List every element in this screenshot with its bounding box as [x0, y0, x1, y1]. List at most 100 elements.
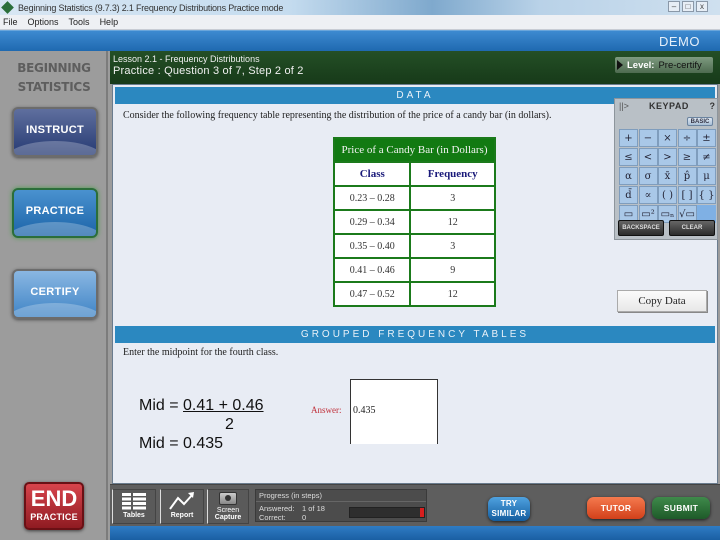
class-cell: 0.41 – 0.46 — [332, 257, 412, 283]
window-title: Beginning Statistics (9.7.3) 2.1 Frequen… — [18, 2, 284, 13]
capture-label-2: Capture — [214, 514, 242, 521]
data-prompt: Consider the following frequency table r… — [123, 110, 552, 121]
correct-value: 0 — [302, 513, 307, 522]
menu-bar: File Options Tools Help — [0, 15, 720, 30]
clear-button[interactable]: CLEAR — [669, 220, 715, 236]
formula-denominator: 2 — [225, 416, 234, 433]
camera-icon — [219, 492, 237, 505]
menu-help[interactable]: Help — [100, 17, 119, 27]
level-indicator[interactable]: Level: Pre-certify — [615, 57, 713, 73]
formula-result: Mid = 0.435 — [139, 435, 224, 452]
keypad-key[interactable]: x̄ — [658, 167, 677, 185]
logo-line1: BEGINNING — [17, 61, 91, 75]
class-cell: 0.35 – 0.40 — [332, 233, 412, 259]
frequency-cell: 12 — [409, 281, 496, 307]
keypad-key[interactable]: μ — [697, 167, 716, 185]
keypad-key[interactable]: ≠ — [697, 148, 716, 166]
table-row: 0.47 – 0.52 12 — [332, 281, 496, 307]
correct-label: Correct: — [259, 513, 286, 522]
tables-label: Tables — [123, 512, 145, 519]
try-label: TRY — [500, 499, 518, 508]
footer-strip — [110, 526, 720, 540]
frequency-cell: 3 — [409, 233, 496, 259]
end-practice-button[interactable]: END PRACTICE — [24, 482, 84, 530]
progress-bar-fill — [419, 508, 424, 517]
keypad-key[interactable]: + — [619, 129, 638, 147]
screen-capture-button[interactable]: Screen Capture — [207, 489, 249, 524]
backspace-button[interactable]: BACKSPACE — [618, 220, 664, 236]
keypad-key[interactable]: ± — [697, 129, 716, 147]
copy-data-button[interactable]: Copy Data — [617, 290, 707, 312]
window-titlebar: Beginning Statistics (9.7.3) 2.1 Frequen… — [0, 0, 720, 15]
report-button[interactable]: Report — [160, 489, 204, 524]
table-row: 0.23 – 0.28 3 — [332, 185, 496, 211]
keypad-key[interactable]: [ ] — [677, 186, 697, 204]
capture-label-1: Screen — [216, 507, 240, 514]
answer-input[interactable]: 0.435 — [350, 379, 438, 444]
end-label: END — [30, 486, 78, 511]
keypad-key[interactable]: p̂ — [677, 167, 697, 185]
try-similar-button[interactable]: TRY SIMILAR — [488, 497, 530, 521]
keypad-key[interactable]: { } — [697, 186, 716, 204]
keypad-key[interactable]: ≤ — [619, 148, 638, 166]
close-icon[interactable]: x — [696, 1, 708, 12]
class-cell: 0.29 – 0.34 — [332, 209, 412, 235]
submit-button[interactable]: SUBMIT — [652, 497, 710, 519]
progress-title: Progress (in steps) — [259, 491, 322, 500]
keypad-key[interactable]: ÷ — [677, 129, 697, 147]
header-bar: DEMO — [0, 30, 720, 51]
maximize-icon[interactable]: □ — [682, 1, 694, 12]
level-value: Pre-certify — [658, 59, 702, 71]
grouped-section-heading: GROUPED FREQUENCY TABLES — [115, 326, 715, 343]
demo-badge: DEMO — [659, 34, 700, 49]
minimize-icon[interactable]: – — [668, 1, 680, 12]
class-cell: 0.23 – 0.28 — [332, 185, 412, 211]
progress-bar — [349, 507, 425, 518]
frequency-table: Price of a Candy Bar (in Dollars) Class … — [332, 137, 496, 307]
tutor-button[interactable]: TUTOR — [587, 497, 645, 519]
help-icon[interactable]: ? — [710, 101, 716, 111]
practice-button[interactable]: PRACTICE — [12, 188, 98, 238]
answer-label: Answer: — [311, 405, 342, 415]
tables-button[interactable]: Tables — [112, 489, 156, 524]
table-row: 0.41 – 0.46 9 — [332, 257, 496, 283]
keypad-key[interactable]: ( ) — [658, 186, 677, 204]
progress-divider — [256, 501, 426, 502]
level-label: Level: — [627, 59, 655, 71]
basic-mode-button[interactable]: BASIC — [687, 117, 713, 126]
end-sublabel: PRACTICE — [30, 512, 78, 522]
keypad-key[interactable]: − — [638, 129, 658, 147]
keypad-key[interactable]: σ — [638, 167, 658, 185]
formula-numerator: 0.41 + 0.46 — [183, 397, 264, 414]
frequency-cell: 3 — [409, 185, 496, 211]
sidebar: BEGINNING STATISTICS INSTRUCT PRACTICE C… — [0, 51, 108, 540]
logo: BEGINNING STATISTICS — [0, 59, 108, 97]
keypad-key[interactable]: × — [658, 129, 677, 147]
class-cell: 0.47 – 0.52 — [332, 281, 412, 307]
logo-line2: STATISTICS — [17, 80, 91, 94]
keypad-key[interactable]: d̄ — [619, 186, 638, 204]
keypad-key[interactable]: ≥ — [677, 148, 697, 166]
formula-prefix: Mid = — [139, 397, 184, 414]
answered-value: 1 of 18 — [302, 504, 325, 513]
answered-label: Answered: — [259, 504, 295, 513]
keypad-key[interactable]: > — [658, 148, 677, 166]
instruct-button[interactable]: INSTRUCT — [12, 107, 98, 157]
report-label: Report — [170, 512, 194, 519]
menu-file[interactable]: File — [3, 17, 18, 27]
certify-button[interactable]: CERTIFY — [12, 269, 98, 319]
table-caption: Price of a Candy Bar (in Dollars) — [334, 138, 495, 162]
table-row: 0.29 – 0.34 12 — [332, 209, 496, 235]
grouped-prompt: Enter the midpoint for the fourth class. — [123, 347, 279, 358]
frequency-cell: 12 — [409, 209, 496, 235]
keypad-collapse-handle[interactable]: ||> — [619, 101, 629, 111]
keypad-key[interactable]: ∝ — [638, 186, 658, 204]
report-chart-icon — [169, 492, 194, 510]
menu-options[interactable]: Options — [28, 17, 59, 27]
frequency-cell: 9 — [409, 257, 496, 283]
menu-tools[interactable]: Tools — [69, 17, 90, 27]
keypad-header: ||> KEYPAD ? — [615, 101, 719, 113]
window-controls: – □ x — [668, 1, 708, 12]
keypad-key[interactable]: < — [638, 148, 658, 166]
keypad-key[interactable]: α — [619, 167, 638, 185]
